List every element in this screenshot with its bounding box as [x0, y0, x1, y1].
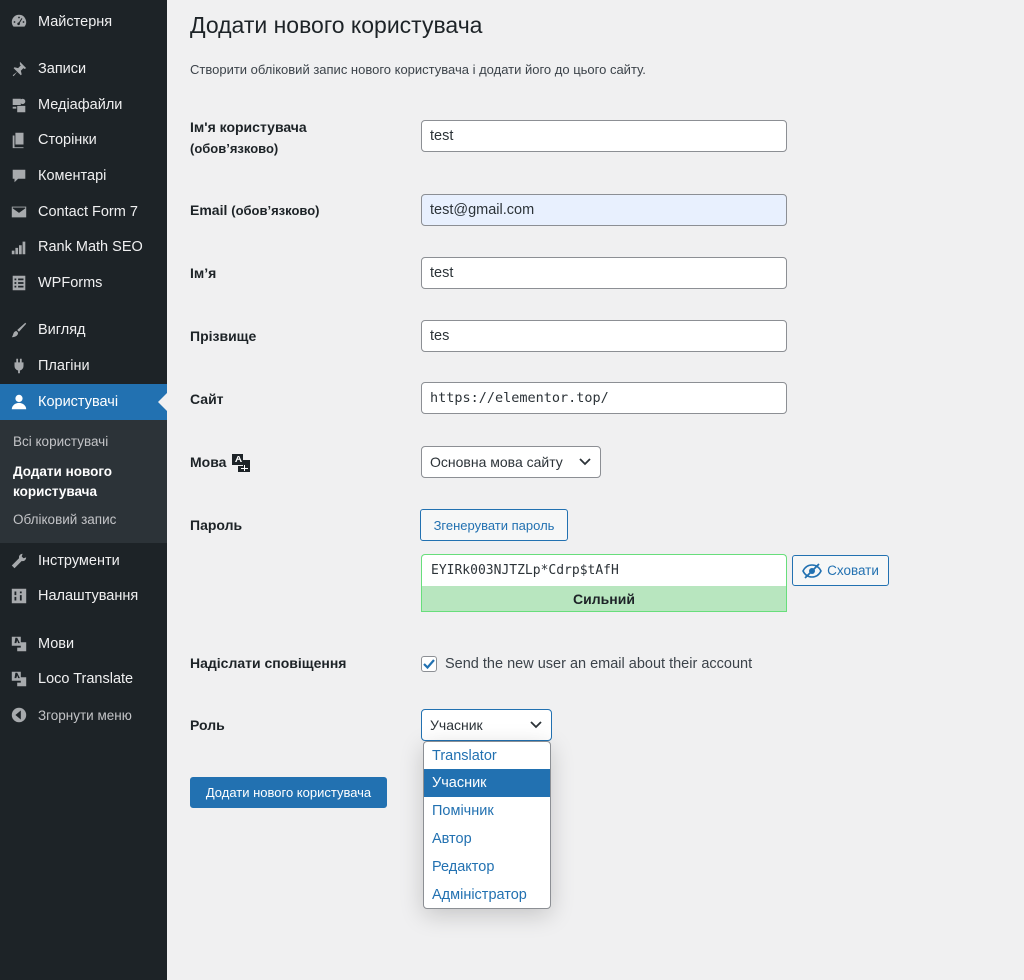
password-label: Пароль [190, 517, 243, 533]
sidebar-item-languages[interactable]: Мови [0, 626, 167, 662]
add-new-user-button[interactable]: Додати нового користувача [190, 777, 387, 808]
hide-password-button[interactable]: Сховати [792, 555, 889, 586]
brush-icon [9, 320, 29, 340]
sidebar-item-plugins[interactable]: Плагіни [0, 348, 167, 384]
sidebar-item-label: Записи [38, 61, 87, 77]
sidebar-item-label: Плагіни [38, 358, 90, 374]
plugin-icon [9, 356, 29, 376]
sidebar-item-dashboard[interactable]: Майстерня [0, 4, 167, 40]
translate-icon [9, 634, 29, 654]
sidebar-item-media[interactable]: Медіафайли [0, 87, 167, 123]
email-input[interactable]: test@gmail.com [421, 194, 787, 226]
translate-icon [9, 669, 29, 689]
last-name-input[interactable]: tes [421, 320, 787, 352]
admin-sidebar: Майстерня Записи Медіафайли Сторінки Ком… [0, 0, 167, 980]
sidebar-item-label: Згорнути меню [38, 707, 132, 723]
dashboard-icon [9, 12, 29, 32]
sidebar-item-label: Користувачі [38, 394, 119, 410]
comment-icon [9, 166, 29, 186]
collapse-icon [9, 705, 29, 725]
password-strength-meter: Сильний [421, 586, 787, 612]
page-description: Створити обліковий запис нового користув… [190, 62, 646, 77]
sidebar-item-label: Мови [38, 636, 75, 652]
form-icon [9, 273, 29, 293]
role-option-administrator[interactable]: Адміністратор [424, 881, 550, 908]
settings-icon [9, 586, 29, 606]
last-name-label: Прізвище [190, 328, 257, 344]
sidebar-item-loco-translate[interactable]: Loco Translate [0, 661, 167, 697]
role-label: Роль [190, 717, 225, 733]
sidebar-item-users[interactable]: Користувачі [0, 384, 167, 420]
email-label: Email (обов’язково) [190, 202, 320, 218]
website-input[interactable]: https://elementor.top/ [421, 382, 787, 414]
username-label: Ім'я користувача (обов’язково) [190, 119, 307, 156]
sidebar-item-label: Сторінки [38, 132, 97, 148]
generate-password-button[interactable]: Згенерувати пароль [420, 509, 568, 541]
first-name-input[interactable]: test [421, 257, 787, 289]
sidebar-item-rank-math[interactable]: Rank Math SEO [0, 229, 167, 265]
page-title: Додати нового користувача [190, 12, 483, 38]
eye-slash-icon [802, 562, 822, 579]
role-option-subscriber[interactable]: Учасник [424, 769, 550, 797]
role-select[interactable]: Учасник [421, 709, 552, 741]
language-label: Мова [190, 452, 251, 473]
sidebar-item-label: Майстерня [38, 14, 113, 30]
language-select[interactable]: Основна мова сайту [421, 446, 601, 478]
chevron-down-icon [578, 454, 592, 471]
wrench-icon [9, 551, 29, 571]
sidebar-item-comments[interactable]: Коментарі [0, 158, 167, 194]
role-option-translator[interactable]: Translator [424, 742, 550, 770]
role-option-author[interactable]: Автор [424, 825, 550, 853]
chevron-down-icon [529, 717, 543, 734]
sidebar-item-wpforms[interactable]: WPForms [0, 265, 167, 301]
sidebar-item-settings[interactable]: Налаштування [0, 578, 167, 614]
sidebar-item-appearance[interactable]: Вигляд [0, 312, 167, 348]
website-label: Сайт [190, 391, 224, 407]
media-icon [9, 95, 29, 115]
sidebar-item-label: WPForms [38, 275, 103, 291]
translate-icon [231, 453, 251, 473]
sidebar-item-tools[interactable]: Інструменти [0, 543, 167, 579]
checkmark-icon [421, 656, 437, 672]
notify-checkbox-label[interactable]: Send the new user an email about their a… [445, 655, 752, 673]
sidebar-item-label: Коментарі [38, 168, 107, 184]
sidebar-item-label: Інструменти [38, 553, 120, 569]
mail-icon [9, 202, 29, 222]
role-option-editor[interactable]: Редактор [424, 853, 550, 881]
password-input[interactable]: EYIRk003NJTZLp*Cdrp$tAfH [421, 554, 787, 586]
notify-checkbox[interactable] [421, 656, 437, 672]
submenu-all-users[interactable]: Всі користувачі [13, 432, 108, 452]
submenu-profile[interactable]: Обліковий запис [13, 510, 116, 530]
sidebar-collapse-menu[interactable]: Згорнути меню [0, 697, 167, 733]
pin-icon [9, 59, 29, 79]
sidebar-item-label: Налаштування [38, 588, 139, 604]
username-input[interactable]: test [421, 120, 787, 152]
sidebar-item-label: Loco Translate [38, 671, 134, 687]
notify-label: Надіслати сповіщення [190, 655, 347, 671]
submenu-add-new-user[interactable]: Додати нового користувача [13, 462, 153, 502]
sidebar-item-contact-form-7[interactable]: Contact Form 7 [0, 194, 167, 230]
user-icon [9, 392, 29, 412]
role-dropdown-list: Translator Учасник Помічник Автор Редакт… [423, 741, 551, 909]
sidebar-item-label: Contact Form 7 [38, 204, 138, 220]
chart-icon [9, 237, 29, 257]
sidebar-item-label: Медіафайли [38, 97, 123, 113]
sidebar-item-label: Вигляд [38, 322, 86, 338]
sidebar-item-label: Rank Math SEO [38, 239, 143, 255]
page-icon [9, 130, 29, 150]
users-submenu: Всі користувачі Додати нового користувач… [0, 420, 167, 543]
sidebar-item-pages[interactable]: Сторінки [0, 122, 167, 158]
first-name-label: Ім’я [190, 265, 217, 281]
role-option-contributor[interactable]: Помічник [424, 797, 550, 825]
sidebar-item-posts[interactable]: Записи [0, 51, 167, 87]
